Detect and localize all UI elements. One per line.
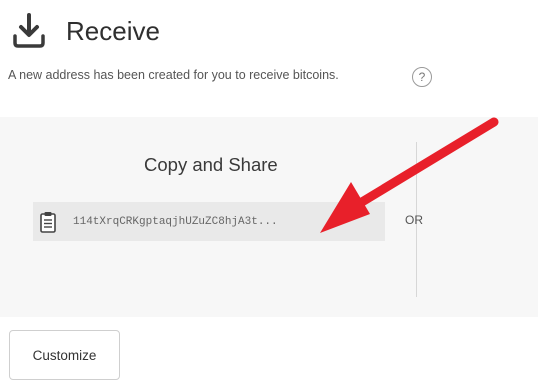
help-icon[interactable]: ? <box>412 67 432 87</box>
subtitle-text: A new address has been created for you t… <box>8 68 339 82</box>
header: Receive <box>10 12 160 50</box>
bitcoin-address[interactable]: 114tXrqCRKgptaqjhUZuZC8hjA3t... <box>73 216 278 228</box>
copy-and-share-title: Copy and Share <box>144 154 278 175</box>
receive-page: Receive A new address has been created f… <box>0 0 538 383</box>
or-label: OR <box>405 213 423 227</box>
page-title: Receive <box>66 15 160 46</box>
download-icon <box>10 12 48 50</box>
customize-button[interactable]: Customize <box>9 330 120 380</box>
clipboard-icon[interactable] <box>33 202 63 241</box>
address-field[interactable]: 114tXrqCRKgptaqjhUZuZC8hjA3t... <box>33 202 385 241</box>
